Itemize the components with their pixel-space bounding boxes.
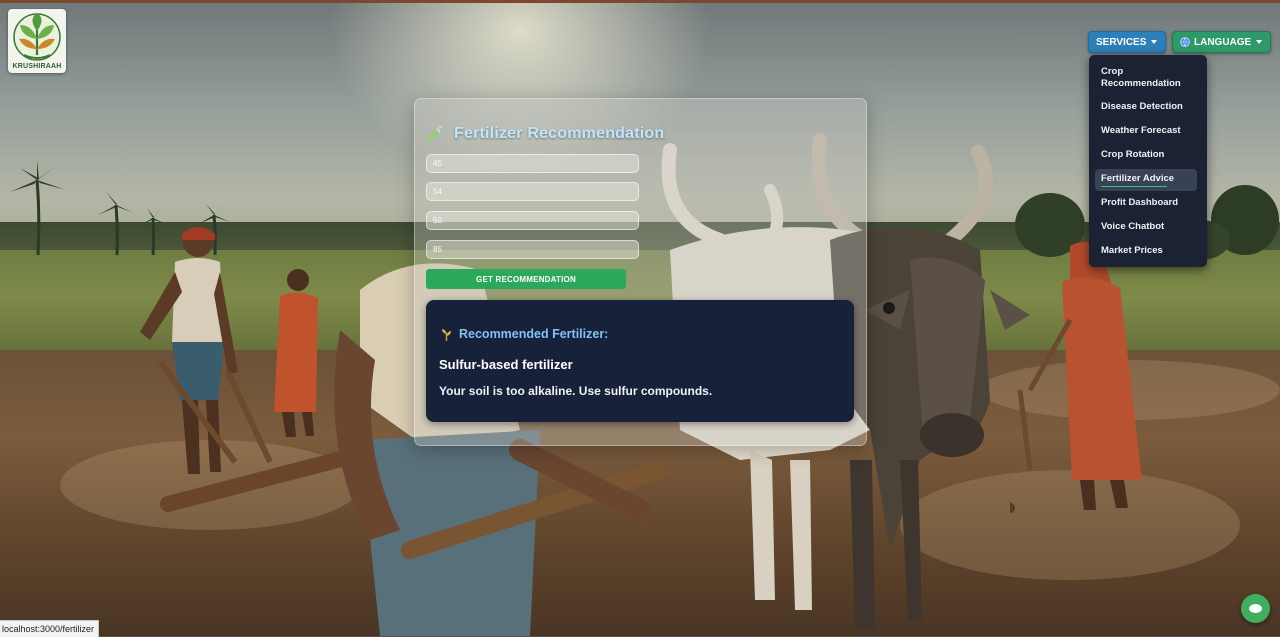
result-heading-text: Recommended Fertilizer: (459, 327, 609, 341)
leaf-logo-icon (13, 13, 61, 61)
menu-item-voice-chatbot[interactable]: Voice Chatbot (1101, 221, 1197, 233)
services-menu: Crop Recommendation Disease Detection We… (1089, 55, 1207, 267)
menu-item-profit-dashboard[interactable]: Profit Dashboard (1101, 197, 1197, 209)
top-border (0, 0, 1280, 3)
globe-icon (1180, 37, 1190, 47)
sprout-icon (442, 328, 451, 341)
chevron-down-icon (1256, 40, 1263, 44)
chat-button[interactable] (1241, 594, 1270, 623)
menu-item-fertilizer-advice[interactable]: Fertilizer Advice (1095, 169, 1197, 191)
menu-item-label: Fertilizer Advice (1101, 173, 1175, 184)
woman-farmer-figure (1010, 241, 1142, 513)
menu-item-weather-forecast[interactable]: Weather Forecast (1101, 125, 1197, 137)
result-panel: Recommended Fertilizer: Sulfur-based fer… (426, 300, 854, 422)
syringe-icon (427, 125, 443, 142)
chevron-down-icon (1151, 40, 1158, 44)
menu-item-crop-recommendation[interactable]: Crop Recommendation (1101, 66, 1197, 90)
potassium-input[interactable] (426, 211, 639, 230)
language-dropdown-button[interactable]: LANGUAGE (1172, 31, 1271, 53)
language-label: LANGUAGE (1194, 36, 1252, 48)
nitrogen-input[interactable] (426, 154, 639, 173)
fertilizer-description: Your soil is too alkaline. Use sulfur co… (439, 384, 713, 398)
fertilizer-recommendation-card: Fertilizer Recommendation GET RECOMMENDA… (414, 98, 867, 446)
result-heading: Recommended Fertilizer: (441, 327, 608, 341)
logo-text: KRUSHIRAAH (12, 63, 62, 70)
status-bar-url: localhost:3000/fertilizer (0, 620, 100, 637)
menu-item-market-prices[interactable]: Market Prices (1101, 245, 1197, 257)
active-underline (1101, 186, 1167, 187)
chat-bubble-icon (1249, 604, 1262, 613)
services-label: SERVICES (1096, 36, 1147, 48)
krushiraah-logo[interactable]: KRUSHIRAAH (8, 9, 66, 73)
menu-item-disease-detection[interactable]: Disease Detection (1101, 101, 1197, 113)
page-title-text: Fertilizer Recommendation (454, 125, 665, 142)
services-dropdown-button[interactable]: SERVICES (1088, 31, 1166, 53)
get-recommendation-button[interactable]: GET RECOMMENDATION (426, 269, 626, 289)
ph-input[interactable] (426, 240, 639, 259)
page-title: Fertilizer Recommendation (426, 125, 664, 143)
fertilizer-name: Sulfur-based fertilizer (439, 357, 573, 372)
phosphorus-input[interactable] (426, 182, 639, 201)
menu-item-crop-rotation[interactable]: Crop Rotation (1101, 149, 1197, 161)
